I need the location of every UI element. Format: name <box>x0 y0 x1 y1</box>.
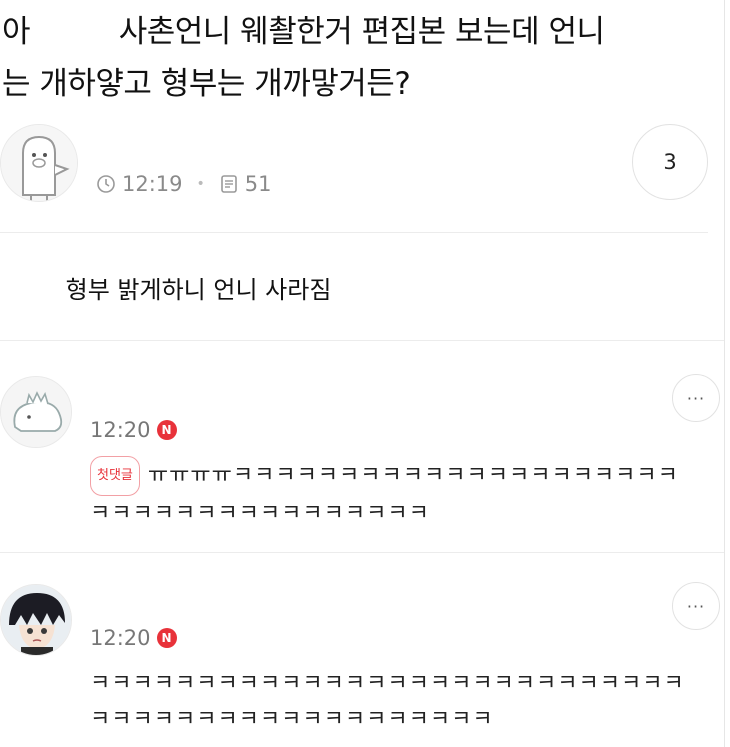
commenter-avatar[interactable] <box>0 584 72 656</box>
title-part-2: 사촌언니 웨촬한거 편집본 보는데 언니 <box>118 14 605 50</box>
more-options-button[interactable]: ··· <box>672 582 720 630</box>
comment-count-button[interactable]: 3 <box>632 124 708 200</box>
post-time: 12:19 <box>122 172 183 196</box>
first-comment-tag: 첫댓글 <box>90 456 140 496</box>
new-badge: N <box>156 628 177 648</box>
comment-item: 12:20 N ··· 첫댓글 ㅠㅠㅠㅠㅋㅋㅋㅋㅋㅋㅋㅋㅋㅋㅋㅋㅋㅋㅋㅋㅋㅋㅋㅋㅋ… <box>0 370 730 540</box>
divider <box>0 552 724 553</box>
new-badge: N <box>156 420 177 440</box>
title-part-3: 는 개하얗고 형부는 개까맣거든? <box>2 66 411 102</box>
title-part-1: 아 <box>2 14 31 50</box>
post-views: 51 <box>244 172 272 196</box>
comment-text: ㅠㅠㅠㅠㅋㅋㅋㅋㅋㅋㅋㅋㅋㅋㅋㅋㅋㅋㅋㅋㅋㅋㅋㅋㅋㅋㅋㅋㅋㅋㅋㅋㅋㅋㅋㅋㅋㅋㅋㅋ… <box>90 463 679 526</box>
separator-dot: • <box>196 176 205 192</box>
commenter-avatar[interactable] <box>0 376 72 448</box>
pig-character-icon <box>1 125 77 201</box>
comment-text: ㅋㅋㅋㅋㅋㅋㅋㅋㅋㅋㅋㅋㅋㅋㅋㅋㅋㅋㅋㅋㅋㅋㅋㅋㅋㅋㅋㅋㅋㅋㅋㅋㅋㅋㅋㅋㅋㅋㅋㅋ… <box>90 671 685 732</box>
views-icon <box>220 175 237 193</box>
comment-time: 12:20 <box>90 418 151 442</box>
comment-text-block: 첫댓글 ㅠㅠㅠㅠㅋㅋㅋㅋㅋㅋㅋㅋㅋㅋㅋㅋㅋㅋㅋㅋㅋㅋㅋㅋㅋㅋㅋㅋㅋㅋㅋㅋㅋㅋㅋㅋㅋ… <box>90 456 700 532</box>
comment-meta: 12:20 N <box>90 418 177 442</box>
post-body-text: 형부 밝게하니 언니 사라짐 <box>65 276 332 304</box>
more-options-button[interactable]: ··· <box>672 374 720 422</box>
clock-icon <box>97 175 115 193</box>
comment-time: 12:20 <box>90 626 151 650</box>
character-avatar-icon <box>1 377 71 447</box>
comment-item: 12:20 N ··· ㅋㅋㅋㅋㅋㅋㅋㅋㅋㅋㅋㅋㅋㅋㅋㅋㅋㅋㅋㅋㅋㅋㅋㅋㅋㅋㅋㅋ… <box>0 578 730 747</box>
comment-count: 3 <box>663 150 677 174</box>
comment-meta: 12:20 N <box>90 626 177 650</box>
post-title: 아 사촌언니 웨촬한거 편집본 보는데 언니 는 개하얗고 형부는 개까맣거든? <box>2 6 702 110</box>
post-meta: 12:19 • 51 3 <box>0 120 730 220</box>
post-body: 형부 밝게하니 언니 사라짐 <box>30 270 332 305</box>
divider <box>0 340 724 341</box>
post-meta-line: 12:19 • 51 <box>96 172 272 196</box>
author-avatar[interactable] <box>0 124 78 202</box>
anime-character-avatar-icon <box>1 585 71 655</box>
divider <box>0 232 708 233</box>
